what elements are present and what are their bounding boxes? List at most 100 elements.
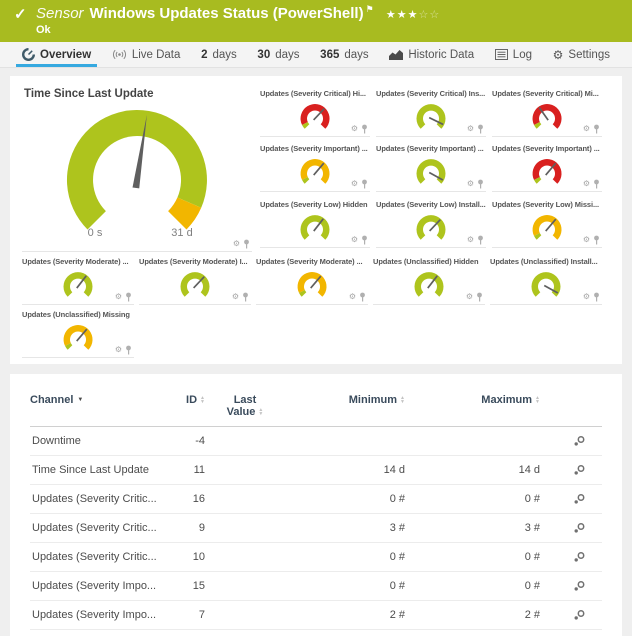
channel-settings-icon[interactable] (573, 464, 586, 476)
gear-icon[interactable]: ⚙ (467, 236, 474, 244)
pin-icon[interactable] (593, 292, 600, 302)
gauge-title: Updates (Severity Low) Install... (376, 200, 486, 209)
gauge-actions: ⚙ (583, 179, 600, 189)
channel-settings-icon[interactable] (573, 551, 586, 563)
channel-minimum-cell: 2 # (285, 601, 405, 630)
col-header-channel[interactable]: Channel▼ (30, 390, 175, 427)
gear-icon[interactable]: ⚙ (351, 125, 358, 133)
channel-settings-icon[interactable] (573, 580, 586, 592)
channel-name-cell: Updates (Severity Impo... (30, 630, 175, 636)
gauge-title: Updates (Severity Important) ... (376, 144, 486, 153)
pin-icon[interactable] (359, 292, 366, 302)
channel-last-value-cell (205, 601, 285, 630)
pin-icon[interactable] (361, 235, 368, 245)
tab-2-days[interactable]: 2days (195, 42, 243, 67)
gear-icon[interactable]: ⚙ (583, 125, 590, 133)
gear-icon[interactable]: ⚙ (467, 180, 474, 188)
channel-table-body: Downtime-4Time Since Last Update1114 d14… (30, 427, 602, 636)
settings-gear-icon: ⚙ (553, 49, 564, 61)
tab-log[interactable]: Log (489, 42, 538, 67)
pin-icon[interactable] (477, 235, 484, 245)
channel-id-cell: 8 (175, 630, 205, 636)
gear-icon[interactable]: ⚙ (583, 180, 590, 188)
gauge-actions: ⚙ (467, 235, 484, 245)
gauge-actions: ⚙ (115, 292, 132, 302)
channel-last-value-cell (205, 543, 285, 572)
channel-id-cell: -4 (175, 427, 205, 456)
gear-icon[interactable]: ⚙ (583, 236, 590, 244)
channel-row: Updates (Severity Critic...160 #0 # (30, 485, 602, 514)
gauge-title: Updates (Unclassified) Missing (22, 310, 134, 319)
gauge-cell: Updates (Severity Important) ...⚙ (492, 141, 602, 192)
col-header-last-value[interactable]: LastValue▲▼ (205, 390, 285, 427)
channel-minimum-cell: 0 # (285, 485, 405, 514)
gear-icon[interactable]: ⚙ (349, 293, 356, 301)
tab-30-days[interactable]: 30days (251, 42, 305, 67)
live-data-icon (112, 49, 127, 60)
gear-icon[interactable]: ⚙ (232, 293, 239, 301)
pin-icon[interactable] (477, 179, 484, 189)
gear-icon[interactable]: ⚙ (583, 293, 590, 301)
priority-stars[interactable]: ★★★☆☆ (386, 9, 440, 21)
tab-overview[interactable]: Overview (16, 42, 97, 67)
col-header-minimum[interactable]: Minimum▲▼ (285, 390, 405, 427)
channel-row: Updates (Severity Critic...93 #3 # (30, 514, 602, 543)
gear-icon[interactable]: ⚙ (115, 293, 122, 301)
channel-last-value-cell (205, 630, 285, 636)
pin-icon[interactable] (593, 235, 600, 245)
tab-live-data[interactable]: Live Data (106, 42, 187, 67)
channel-id-cell: 7 (175, 601, 205, 630)
gear-icon[interactable]: ⚙ (233, 240, 240, 248)
gear-icon[interactable]: ⚙ (351, 236, 358, 244)
sort-icon: ▲▼ (200, 396, 205, 404)
gear-icon[interactable]: ⚙ (467, 125, 474, 133)
pin-icon[interactable] (125, 345, 132, 355)
gauge-cell: Updates (Unclassified) Missing ⚙ (22, 307, 134, 358)
sensor-status: Ok (36, 24, 51, 36)
channel-actions-cell (540, 543, 602, 572)
channel-settings-icon[interactable] (573, 435, 586, 447)
pin-icon[interactable] (361, 179, 368, 189)
channel-settings-icon[interactable] (573, 493, 586, 505)
channel-minimum-cell (285, 427, 405, 456)
pin-icon[interactable] (242, 292, 249, 302)
gauge-cell: Updates (Severity Important) ...⚙ (260, 141, 370, 192)
channel-maximum-cell: 0 # (405, 630, 540, 636)
pin-icon[interactable] (125, 292, 132, 302)
col-header-maximum[interactable]: Maximum▲▼ (405, 390, 540, 427)
channel-last-value-cell (205, 456, 285, 485)
gauge-cell: Updates (Unclassified) Install...⚙ (490, 254, 602, 305)
pin-icon[interactable] (593, 124, 600, 134)
gauge-actions: ⚙ (583, 235, 600, 245)
col-header-id[interactable]: ID▲▼ (175, 390, 205, 427)
svg-text:0 s: 0 s (88, 227, 103, 239)
channel-row: Updates (Severity Critic...100 #0 # (30, 543, 602, 572)
tab-365-days[interactable]: 365days (314, 42, 374, 67)
channel-row: Downtime-4 (30, 427, 602, 456)
channel-last-value-cell (205, 485, 285, 514)
sort-icon: ▲▼ (258, 408, 263, 416)
pin-icon[interactable] (476, 292, 483, 302)
gauge-cell: Updates (Severity Moderate) ...⚙ (256, 254, 368, 305)
gauge-cell: Updates (Severity Low) Hidden⚙ (260, 197, 370, 248)
channel-name-cell: Updates (Severity Critic... (30, 543, 175, 572)
pin-icon[interactable] (477, 124, 484, 134)
pin-icon[interactable] (593, 179, 600, 189)
channel-settings-icon[interactable] (573, 609, 586, 621)
pin-icon[interactable] (361, 124, 368, 134)
channel-actions-cell (540, 601, 602, 630)
pin-icon[interactable] (243, 239, 250, 249)
gear-icon[interactable]: ⚙ (466, 293, 473, 301)
channel-maximum-cell: 0 # (405, 485, 540, 514)
channel-maximum-cell (405, 427, 540, 456)
channel-settings-icon[interactable] (573, 522, 586, 534)
tab-settings[interactable]: ⚙Settings (547, 42, 616, 67)
priority-flag-icon[interactable]: ⚑ (366, 4, 374, 14)
channel-actions-cell (540, 572, 602, 601)
gear-icon[interactable]: ⚙ (115, 346, 122, 354)
channel-actions-cell (540, 630, 602, 636)
gear-icon[interactable]: ⚙ (351, 180, 358, 188)
channel-actions-cell (540, 427, 602, 456)
tab-historic-data[interactable]: Historic Data (383, 42, 480, 67)
tab-bar: Overview Live Data 2days 30days 365days Histo… (0, 42, 632, 68)
